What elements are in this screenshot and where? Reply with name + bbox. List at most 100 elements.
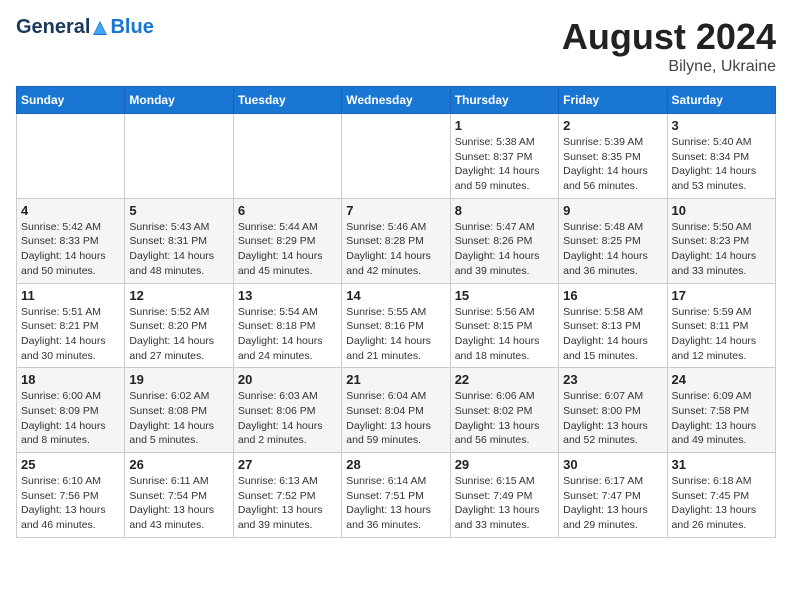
day-number: 2 (563, 118, 662, 133)
day-info: Sunrise: 6:15 AM Sunset: 7:49 PM Dayligh… (455, 474, 554, 533)
day-number: 16 (563, 288, 662, 303)
day-number: 19 (129, 372, 228, 387)
day-number: 8 (455, 203, 554, 218)
logo-icon (91, 19, 109, 37)
day-info: Sunrise: 6:13 AM Sunset: 7:52 PM Dayligh… (238, 474, 337, 533)
calendar-cell: 28 Sunrise: 6:14 AM Sunset: 7:51 PM Dayli… (342, 453, 450, 538)
day-info: Sunrise: 5:38 AM Sunset: 8:37 PM Dayligh… (455, 135, 554, 194)
day-number: 4 (21, 203, 120, 218)
day-number: 17 (672, 288, 771, 303)
weekday-header-tuesday: Tuesday (233, 87, 341, 114)
calendar-cell (125, 114, 233, 199)
day-info: Sunrise: 6:02 AM Sunset: 8:08 PM Dayligh… (129, 389, 228, 448)
day-number: 21 (346, 372, 445, 387)
day-info: Sunrise: 5:43 AM Sunset: 8:31 PM Dayligh… (129, 220, 228, 279)
day-number: 22 (455, 372, 554, 387)
day-number: 12 (129, 288, 228, 303)
calendar-cell: 17Sunrise: 5:59 AM Sunset: 8:11 PM Dayli… (667, 283, 775, 368)
week-row-1: 1Sunrise: 5:38 AM Sunset: 8:37 PM Daylig… (17, 114, 776, 199)
calendar-cell: 8 Sunrise: 5:47 AM Sunset: 8:26 PM Daylig… (450, 198, 558, 283)
day-number: 29 (455, 457, 554, 472)
day-number: 13 (238, 288, 337, 303)
calendar-cell: 15Sunrise: 5:56 AM Sunset: 8:15 PM Dayli… (450, 283, 558, 368)
day-number: 9 (563, 203, 662, 218)
weekday-header-monday: Monday (125, 87, 233, 114)
day-info: Sunrise: 6:10 AM Sunset: 7:56 PM Dayligh… (21, 474, 120, 533)
day-info: Sunrise: 6:09 AM Sunset: 7:58 PM Dayligh… (672, 389, 771, 448)
calendar-cell: 24Sunrise: 6:09 AM Sunset: 7:58 PM Dayli… (667, 368, 775, 453)
page-subtitle: Bilyne, Ukraine (562, 58, 776, 76)
day-info: Sunrise: 5:44 AM Sunset: 8:29 PM Dayligh… (238, 220, 337, 279)
weekday-header-thursday: Thursday (450, 87, 558, 114)
day-number: 18 (21, 372, 120, 387)
day-info: Sunrise: 5:58 AM Sunset: 8:13 PM Dayligh… (563, 305, 662, 364)
day-info: Sunrise: 6:00 AM Sunset: 8:09 PM Dayligh… (21, 389, 120, 448)
day-number: 15 (455, 288, 554, 303)
calendar-cell: 14 Sunrise: 5:55 AM Sunset: 8:16 PM Dayli… (342, 283, 450, 368)
calendar-cell: 7 Sunrise: 5:46 AM Sunset: 8:28 PM Daylig… (342, 198, 450, 283)
calendar-cell: 5 Sunrise: 5:43 AM Sunset: 8:31 PM Daylig… (125, 198, 233, 283)
day-info: Sunrise: 6:03 AM Sunset: 8:06 PM Dayligh… (238, 389, 337, 448)
day-number: 25 (21, 457, 120, 472)
calendar-cell: 1Sunrise: 5:38 AM Sunset: 8:37 PM Daylig… (450, 114, 558, 199)
day-number: 5 (129, 203, 228, 218)
calendar-cell: 20 Sunrise: 6:03 AM Sunset: 8:06 PM Dayli… (233, 368, 341, 453)
calendar-body: 1Sunrise: 5:38 AM Sunset: 8:37 PM Daylig… (17, 114, 776, 538)
calendar-cell: 26 Sunrise: 6:11 AM Sunset: 7:54 PM Dayli… (125, 453, 233, 538)
day-info: Sunrise: 5:51 AM Sunset: 8:21 PM Dayligh… (21, 305, 120, 364)
day-number: 14 (346, 288, 445, 303)
day-number: 10 (672, 203, 771, 218)
day-info: Sunrise: 6:11 AM Sunset: 7:54 PM Dayligh… (129, 474, 228, 533)
day-info: Sunrise: 5:48 AM Sunset: 8:25 PM Dayligh… (563, 220, 662, 279)
day-number: 31 (672, 457, 771, 472)
day-info: Sunrise: 6:06 AM Sunset: 8:02 PM Dayligh… (455, 389, 554, 448)
weekday-header-wednesday: Wednesday (342, 87, 450, 114)
page-header: General Blue August 2024 Bilyne, Ukraine (16, 16, 776, 76)
calendar-cell: 19 Sunrise: 6:02 AM Sunset: 8:08 PM Dayli… (125, 368, 233, 453)
day-info: Sunrise: 5:55 AM Sunset: 8:16 PM Dayligh… (346, 305, 445, 364)
calendar-cell: 23Sunrise: 6:07 AM Sunset: 8:00 PM Dayli… (559, 368, 667, 453)
day-number: 26 (129, 457, 228, 472)
calendar-header: SundayMondayTuesdayWednesdayThursdayFrid… (17, 87, 776, 114)
calendar-cell: 27 Sunrise: 6:13 AM Sunset: 7:52 PM Dayli… (233, 453, 341, 538)
calendar-cell: 18 Sunrise: 6:00 AM Sunset: 8:09 PM Dayli… (17, 368, 125, 453)
calendar-cell: 25 Sunrise: 6:10 AM Sunset: 7:56 PM Dayli… (17, 453, 125, 538)
week-row-3: 11 Sunrise: 5:51 AM Sunset: 8:21 PM Dayli… (17, 283, 776, 368)
logo-general-text: General (16, 16, 90, 39)
day-info: Sunrise: 5:52 AM Sunset: 8:20 PM Dayligh… (129, 305, 228, 364)
weekday-header-friday: Friday (559, 87, 667, 114)
calendar-cell: 31 Sunrise: 6:18 AM Sunset: 7:45 PM Dayli… (667, 453, 775, 538)
day-number: 20 (238, 372, 337, 387)
calendar-cell: 10 Sunrise: 5:50 AM Sunset: 8:23 PM Dayli… (667, 198, 775, 283)
day-info: Sunrise: 6:17 AM Sunset: 7:47 PM Dayligh… (563, 474, 662, 533)
day-number: 7 (346, 203, 445, 218)
calendar-cell: 6Sunrise: 5:44 AM Sunset: 8:29 PM Daylig… (233, 198, 341, 283)
weekday-header-saturday: Saturday (667, 87, 775, 114)
day-info: Sunrise: 6:07 AM Sunset: 8:00 PM Dayligh… (563, 389, 662, 448)
calendar-cell: 11 Sunrise: 5:51 AM Sunset: 8:21 PM Dayli… (17, 283, 125, 368)
day-number: 27 (238, 457, 337, 472)
day-info: Sunrise: 5:47 AM Sunset: 8:26 PM Dayligh… (455, 220, 554, 279)
week-row-4: 18 Sunrise: 6:00 AM Sunset: 8:09 PM Dayli… (17, 368, 776, 453)
week-row-2: 4 Sunrise: 5:42 AM Sunset: 8:33 PM Daylig… (17, 198, 776, 283)
calendar-cell: 3 Sunrise: 5:40 AM Sunset: 8:34 PM Daylig… (667, 114, 775, 199)
calendar-cell: 12 Sunrise: 5:52 AM Sunset: 8:20 PM Dayli… (125, 283, 233, 368)
day-info: Sunrise: 5:39 AM Sunset: 8:35 PM Dayligh… (563, 135, 662, 194)
day-info: Sunrise: 5:50 AM Sunset: 8:23 PM Dayligh… (672, 220, 771, 279)
calendar-table: SundayMondayTuesdayWednesdayThursdayFrid… (16, 86, 776, 538)
calendar-cell: 22 Sunrise: 6:06 AM Sunset: 8:02 PM Dayli… (450, 368, 558, 453)
day-number: 30 (563, 457, 662, 472)
day-info: Sunrise: 5:46 AM Sunset: 8:28 PM Dayligh… (346, 220, 445, 279)
day-info: Sunrise: 5:42 AM Sunset: 8:33 PM Dayligh… (21, 220, 120, 279)
day-info: Sunrise: 6:14 AM Sunset: 7:51 PM Dayligh… (346, 474, 445, 533)
day-number: 28 (346, 457, 445, 472)
day-info: Sunrise: 6:18 AM Sunset: 7:45 PM Dayligh… (672, 474, 771, 533)
day-number: 3 (672, 118, 771, 133)
day-info: Sunrise: 5:40 AM Sunset: 8:34 PM Dayligh… (672, 135, 771, 194)
day-info: Sunrise: 5:54 AM Sunset: 8:18 PM Dayligh… (238, 305, 337, 364)
calendar-cell: 9 Sunrise: 5:48 AM Sunset: 8:25 PM Daylig… (559, 198, 667, 283)
day-info: Sunrise: 6:04 AM Sunset: 8:04 PM Dayligh… (346, 389, 445, 448)
calendar-cell: 13 Sunrise: 5:54 AM Sunset: 8:18 PM Dayli… (233, 283, 341, 368)
day-number: 11 (21, 288, 120, 303)
logo-blue-text: Blue (110, 16, 153, 39)
